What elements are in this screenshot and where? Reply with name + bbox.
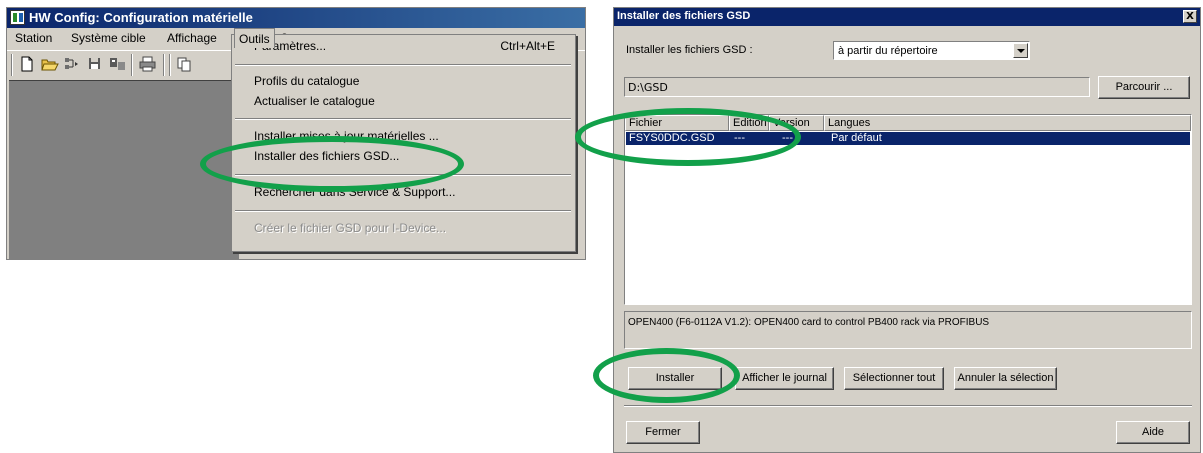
menu-station[interactable]: Station (15, 31, 52, 45)
gsd-description: OPEN400 (F6-0112A V1.2): OPEN400 card to… (628, 317, 990, 328)
toolbar-grip (11, 54, 13, 76)
row-edition: --- (734, 132, 745, 144)
deselect-all-button[interactable]: Annuler la sélection (954, 367, 1057, 390)
row-file: FSYS0DDC.GSD (629, 132, 715, 144)
menu-affichage[interactable]: Affichage (167, 31, 217, 45)
hw-config-title: HW Config: Configuration matérielle (29, 10, 253, 25)
gsd-path-value: D:\GSD (628, 81, 668, 94)
column-header-langues[interactable]: Langues (824, 115, 1191, 131)
compile-icon[interactable] (109, 56, 125, 72)
install-from-select[interactable]: à partir du répertoire (833, 41, 1030, 60)
open-folder-icon[interactable] (41, 56, 59, 72)
column-header-edition[interactable]: Edition (729, 115, 769, 131)
network-icon[interactable] (63, 56, 79, 72)
menu-item-profils-catalogue[interactable]: Profils du catalogue (254, 74, 359, 88)
install-from-label: Installer les fichiers GSD : (626, 44, 753, 56)
browse-button[interactable]: Parcourir ... (1098, 76, 1190, 99)
menu-item-creer-gsd-idevice: Créer le fichier GSD pour I-Device... (254, 221, 447, 235)
menu-item-installer-mises-a-jour[interactable]: Installer mises à jour matérielles ... (254, 129, 439, 143)
toolbar-divider (131, 54, 133, 76)
toolbar-divider (169, 54, 171, 76)
toolbar-divider (163, 54, 165, 76)
dialog-title: Installer des fichiers GSD (617, 10, 751, 22)
save-icon[interactable] (87, 56, 103, 72)
hw-config-app-icon (10, 10, 25, 25)
menu-item-rechercher-support[interactable]: Rechercher dans Service & Support... (254, 185, 455, 199)
install-from-value: à partir du répertoire (838, 45, 938, 57)
menu-separator (235, 64, 571, 66)
column-header-fichier[interactable]: Fichier (625, 115, 729, 131)
menu-systeme-cible[interactable]: Système cible (71, 31, 146, 45)
menu-outils[interactable]: Outils (234, 28, 275, 48)
copy-icon[interactable] (177, 56, 193, 72)
dialog-separator (624, 405, 1192, 407)
gsd-path-field[interactable]: D:\GSD (624, 77, 1090, 97)
dialog-title-bar: Installer des fichiers GSD X (614, 8, 1200, 26)
select-all-button[interactable]: Sélectionner tout (844, 367, 944, 390)
menu-item-actualiser-catalogue[interactable]: Actualiser le catalogue (254, 94, 375, 108)
menu-separator (235, 210, 571, 212)
gsd-description-field: OPEN400 (F6-0112A V1.2): OPEN400 card to… (624, 311, 1192, 349)
station-workspace[interactable] (9, 80, 239, 259)
help-button[interactable]: Aide (1116, 421, 1190, 444)
menu-item-parametres-shortcut: Ctrl+Alt+E (500, 39, 555, 53)
menu-separator (235, 118, 571, 120)
close-button[interactable]: Fermer (626, 421, 700, 444)
install-button[interactable]: Installer (628, 367, 722, 390)
table-row[interactable]: FSYS0DDC.GSD --- --- Par défaut (626, 132, 1190, 145)
gsd-file-list[interactable]: Fichier Edition Version Langues FSYS0DDC… (624, 114, 1192, 305)
print-icon[interactable] (139, 56, 156, 72)
toolbar (9, 52, 239, 78)
chevron-down-icon[interactable] (1013, 43, 1028, 58)
outils-dropdown-menu: Paramètres... Ctrl+Alt+E Profils du cata… (231, 34, 576, 252)
new-file-icon[interactable] (19, 56, 35, 72)
show-log-button[interactable]: Afficher le journal (735, 367, 834, 390)
row-version: --- (782, 132, 793, 144)
hw-config-title-bar: HW Config: Configuration matérielle (7, 8, 585, 28)
close-icon[interactable]: X (1183, 10, 1197, 23)
row-languages: Par défaut (831, 132, 882, 144)
menu-separator (235, 174, 571, 176)
column-header-version[interactable]: Version (769, 115, 824, 131)
install-gsd-dialog: Installer des fichiers GSD X Installer l… (613, 7, 1201, 453)
menu-item-installer-gsd[interactable]: Installer des fichiers GSD... (254, 149, 399, 163)
